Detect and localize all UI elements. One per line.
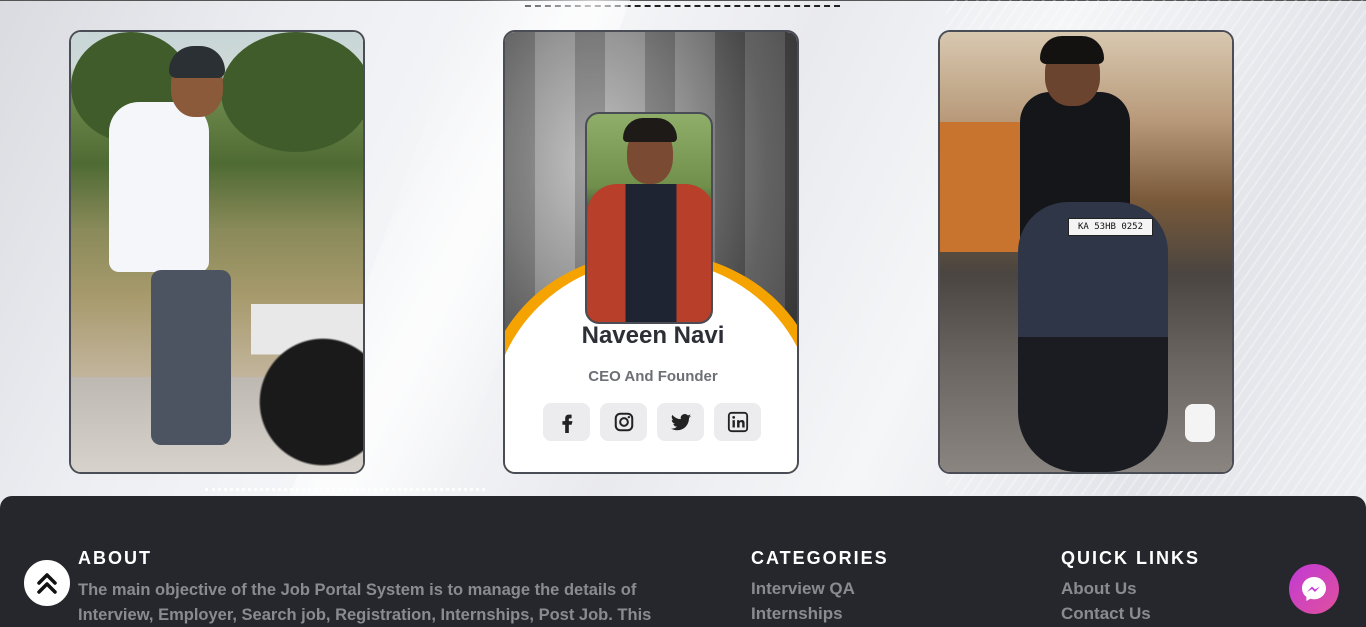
facebook-button[interactable] — [543, 403, 590, 441]
double-chevron-up-icon — [37, 573, 57, 594]
photo-person-jeans — [151, 270, 231, 445]
team-card-featured[interactable]: Naveen Navi CEO And Founder — [503, 30, 799, 474]
footer-link-about-us[interactable]: About Us — [1061, 579, 1137, 599]
photo-helmet — [169, 46, 225, 78]
footer-about-title: ABOUT — [78, 548, 152, 568]
photo-shoe — [1185, 404, 1215, 442]
member-role: CEO And Founder — [588, 368, 718, 385]
social-links — [543, 403, 761, 441]
team-card-right[interactable]: KA 53HB 0252 — [938, 30, 1234, 474]
dotted-accent — [205, 488, 485, 491]
footer-categories-title: CATEGORIES — [751, 548, 889, 568]
scroll-to-top-button[interactable] — [22, 558, 72, 608]
photo-person-shirt — [109, 102, 209, 272]
photo-license-plate: KA 53HB 0252 — [1068, 218, 1153, 236]
facebook-icon — [561, 414, 572, 433]
twitter-button[interactable] — [657, 403, 704, 441]
photo-person-hair — [1040, 36, 1104, 64]
team-card-left[interactable] — [69, 30, 365, 474]
footer-link-contact-us[interactable]: Contact Us — [1061, 604, 1151, 624]
site-footer: ABOUT The main objective of the Job Port… — [0, 496, 1366, 627]
photo-tree — [221, 32, 363, 152]
instagram-button[interactable] — [600, 403, 647, 441]
twitter-icon — [670, 414, 691, 431]
linkedin-button[interactable] — [714, 403, 761, 441]
footer-quick-links-title: QUICK LINKS — [1061, 548, 1200, 568]
footer-link-interview-qa[interactable]: Interview QA — [751, 579, 855, 599]
linkedin-icon — [727, 411, 748, 433]
avatar-jacket — [587, 184, 711, 322]
footer-link-internships[interactable]: Internships — [751, 604, 843, 624]
instagram-icon — [614, 412, 633, 432]
photo-motorbike — [251, 192, 363, 472]
messenger-icon — [1302, 577, 1326, 601]
avatar-hair — [623, 118, 677, 142]
footer-about-text: The main objective of the Job Portal Sys… — [78, 581, 652, 624]
member-name: Naveen Navi — [581, 322, 725, 349]
team-photo-man-on-scooter: KA 53HB 0252 — [940, 32, 1232, 472]
messenger-chat-button[interactable] — [1289, 564, 1339, 614]
avatar — [585, 112, 713, 324]
team-photo-man-white-shirt — [71, 32, 363, 472]
photo-scooter — [1018, 202, 1168, 472]
